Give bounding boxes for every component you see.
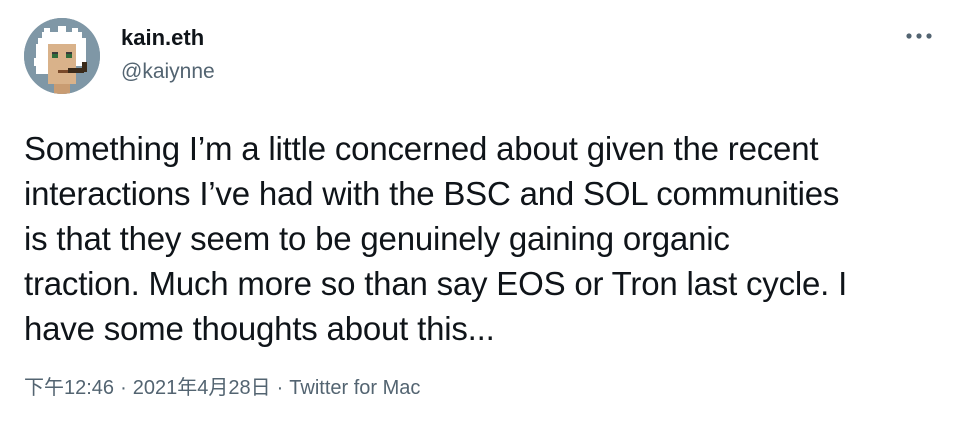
avatar[interactable] bbox=[24, 18, 100, 94]
author-block: kain.eth @kaiynne bbox=[121, 24, 215, 86]
meta-separator: · bbox=[276, 377, 284, 399]
more-options-button[interactable] bbox=[902, 24, 936, 48]
tweet-text-line: interactions I’ve had with the BSC and S… bbox=[24, 175, 840, 212]
author-display-name[interactable]: kain.eth bbox=[121, 24, 215, 52]
tweet-date[interactable]: 2021年4月28日 bbox=[133, 377, 271, 399]
tweet-text-line: Something I’m a little concerned about g… bbox=[24, 130, 819, 167]
tweet-time[interactable]: 下午12:46 bbox=[24, 377, 114, 399]
tweet-card: kain.eth @kaiynne Something I’m a little… bbox=[0, 0, 960, 428]
tweet-text-line: traction. Much more so than say EOS or T… bbox=[24, 265, 848, 302]
author-handle[interactable]: @kaiynne bbox=[121, 58, 215, 86]
tweet-text-line: is that they seem to be genuinely gainin… bbox=[24, 220, 730, 257]
tweet-text-line: have some thoughts about this... bbox=[24, 310, 495, 347]
meta-separator: · bbox=[120, 377, 127, 399]
pixel-art-avatar-icon bbox=[24, 18, 100, 94]
more-horizontal-icon bbox=[906, 33, 932, 39]
tweet-text: Something I’m a little concerned about g… bbox=[24, 126, 936, 351]
tweet-source[interactable]: Twitter for Mac bbox=[289, 377, 420, 399]
tweet-metadata: 下午12:46 · 2021年4月28日 · Twitter for Mac bbox=[24, 374, 420, 402]
